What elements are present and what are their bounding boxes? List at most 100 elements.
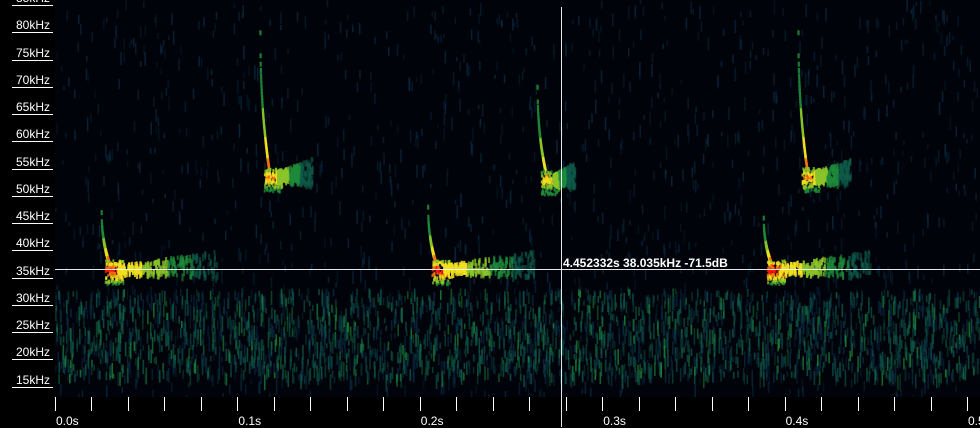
noise-streak (610, 180, 612, 188)
noise-band-streak (302, 365, 304, 377)
noise-band-streak (854, 297, 856, 309)
noise-band-streak (316, 304, 318, 320)
noise-streak (703, 154, 705, 164)
noise-band-streak (142, 322, 144, 330)
noise-streak (238, 96, 240, 105)
noise-band-streak (639, 370, 641, 385)
noise-band-streak (958, 356, 960, 365)
noise-band-streak (545, 292, 547, 298)
noise-streak (87, 224, 89, 234)
noise-streak (63, 302, 64, 308)
noise-band-streak (312, 305, 314, 311)
noise-streak (870, 80, 872, 93)
noise-band-streak (498, 374, 500, 382)
noise-band-streak (251, 325, 253, 341)
noise-band-streak (274, 372, 276, 378)
noise-streak (623, 219, 625, 232)
noise-band-streak (658, 337, 660, 354)
noise-streak (82, 390, 84, 397)
noise-band-streak (910, 354, 912, 367)
noise-streak (97, 244, 99, 250)
noise-streak (944, 46, 946, 56)
noise-band-streak (801, 313, 803, 328)
noise-streak (640, 0, 642, 4)
noise-band-streak (265, 308, 267, 314)
noise-streak (506, 200, 508, 209)
noise-band-streak (604, 292, 606, 305)
noise-streak (525, 176, 527, 183)
noise-band-streak (152, 324, 154, 330)
noise-streak (55, 366, 57, 373)
call-tail-streak (296, 177, 298, 184)
noise-streak (897, 221, 899, 233)
noise-band-streak (845, 335, 847, 347)
noise-band-streak (464, 289, 466, 296)
noise-streak (195, 160, 197, 171)
noise-streak (683, 366, 685, 378)
noise-streak (351, 153, 353, 167)
noise-band-streak (654, 363, 656, 376)
noise-streak (908, 271, 910, 280)
noise-streak (658, 93, 660, 99)
noise-band-streak (922, 370, 924, 381)
noise-streak (213, 31, 215, 38)
noise-band-streak (346, 353, 348, 363)
noise-band-streak (803, 319, 805, 329)
noise-band-streak (691, 325, 693, 335)
noise-streak (837, 196, 839, 204)
call-tail-streak (200, 261, 202, 267)
noise-band-streak (832, 324, 834, 339)
noise-streak (723, 30, 725, 36)
noise-band-streak (298, 316, 300, 329)
noise-band-streak (320, 353, 322, 369)
noise-streak (529, 229, 531, 242)
noise-streak (361, 222, 363, 232)
noise-streak (142, 190, 144, 195)
noise-band-streak (960, 338, 962, 347)
call-tail-streak (168, 270, 170, 276)
noise-band-streak (899, 355, 901, 366)
spectrogram-viewer[interactable]: 85kHz80kHz75kHz70kHz65kHz60kHz55kHz50kHz… (0, 0, 980, 427)
noise-band-streak (702, 343, 704, 348)
noise-band-streak (254, 325, 256, 333)
noise-band-streak (98, 344, 100, 358)
noise-streak (463, 54, 465, 63)
noise-streak (593, 198, 595, 212)
noise-band-streak (112, 314, 114, 327)
noise-band-streak (971, 290, 973, 295)
noise-streak (886, 105, 888, 117)
noise-streak (283, 285, 285, 292)
noise-streak (922, 229, 924, 236)
noise-band-streak (377, 292, 379, 301)
noise-band-streak (974, 292, 976, 298)
noise-band-streak (210, 291, 212, 300)
noise-streak (161, 92, 163, 100)
noise-band-streak (162, 363, 164, 372)
noise-band-streak (324, 328, 326, 342)
noise-band-streak (394, 333, 396, 338)
noise-streak (247, 95, 249, 107)
noise-streak (701, 21, 703, 32)
noise-band-streak (475, 355, 477, 361)
noise-band-streak (196, 290, 198, 297)
noise-streak (500, 328, 502, 340)
noise-band-streak (744, 352, 746, 368)
noise-band-streak (119, 354, 121, 361)
noise-band-streak (398, 358, 400, 364)
noise-streak (460, 62, 462, 71)
noise-band-streak (552, 332, 554, 347)
noise-band-streak (262, 306, 264, 322)
noise-band-streak (346, 370, 348, 380)
noise-band-streak (729, 329, 731, 342)
noise-band-streak (119, 333, 121, 344)
noise-streak (93, 265, 95, 279)
noise-streak (973, 254, 975, 263)
noise-band-streak (901, 319, 903, 327)
noise-band-streak (352, 336, 354, 343)
noise-band-streak (730, 361, 732, 371)
noise-band-streak (241, 343, 243, 348)
noise-band-streak (768, 366, 770, 375)
noise-streak (652, 54, 654, 63)
spectrogram-plot[interactable] (55, 0, 980, 397)
noise-streak (732, 160, 734, 169)
